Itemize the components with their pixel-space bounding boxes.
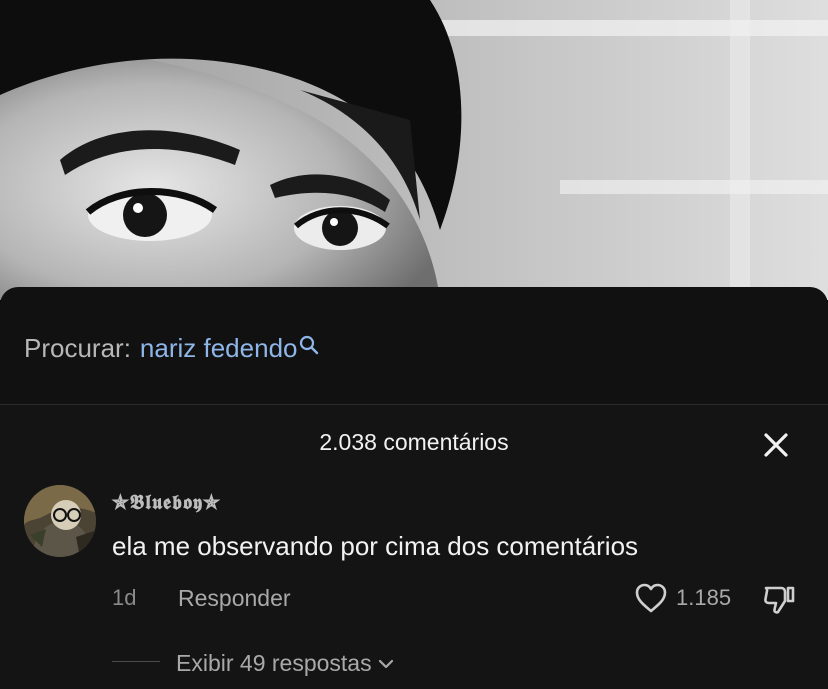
search-prefix: Procurar: [24, 332, 131, 363]
comments-count-title: 2.038 comentários [319, 429, 509, 455]
avatar-image [24, 485, 96, 557]
chevron-down-icon [376, 654, 396, 674]
reply-button[interactable]: Responder [178, 585, 291, 612]
thumbs-down-icon [764, 586, 795, 614]
replies-divider-line [112, 661, 160, 662]
comments-sheet: 2.038 comentários ✯𝕭𝖑𝖚𝖊𝖇𝖔𝖞✯ ela me obser… [0, 405, 828, 689]
comment-username[interactable]: ✯𝕭𝖑𝖚𝖊𝖇𝖔𝖞✯ [112, 490, 221, 514]
like-button[interactable]: 1.185 [634, 582, 731, 614]
search-suggestion[interactable]: Procurar: nariz fedendo [24, 331, 319, 365]
video-still-image [0, 0, 828, 300]
comment-text: ela me observando por cima dos comentári… [112, 531, 639, 561]
dislike-button[interactable] [762, 582, 796, 616]
search-term-link[interactable]: nariz fedendo [140, 333, 298, 364]
close-button[interactable] [760, 429, 792, 461]
close-icon [764, 433, 788, 457]
search-icon [299, 331, 319, 355]
search-suggestion-panel: Procurar: nariz fedendo [0, 287, 828, 405]
avatar[interactable] [24, 485, 96, 557]
view-replies-label: Exibir 49 respostas [176, 650, 372, 676]
comment-timestamp: 1d [112, 585, 137, 610]
like-count: 1.185 [676, 585, 732, 610]
video-frame[interactable] [0, 0, 828, 300]
view-replies-button[interactable]: Exibir 49 respostas [176, 650, 396, 677]
heart-icon [635, 583, 667, 613]
